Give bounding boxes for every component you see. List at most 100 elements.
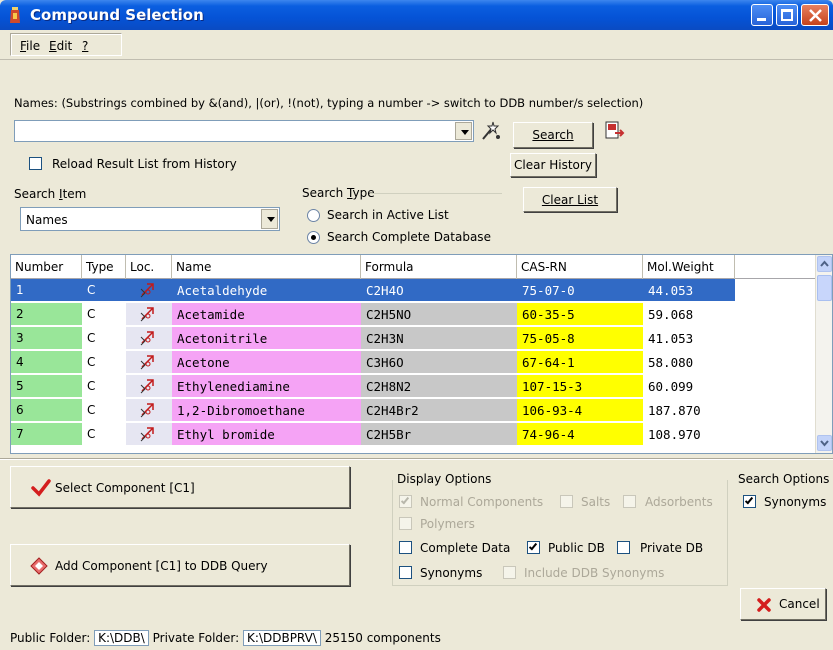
cell-number: 3 — [11, 327, 82, 349]
cell-cas: 74-96-4 — [517, 423, 643, 445]
salts-checkbox[interactable] — [560, 495, 573, 508]
include-ddb-synonyms-checkbox[interactable] — [503, 566, 516, 579]
col-type[interactable]: Type — [82, 255, 126, 279]
cell-loc — [126, 399, 172, 421]
table-scrollbar[interactable] — [815, 255, 832, 453]
cell-type: C — [82, 327, 126, 349]
cell-name: Ethyl bromide — [172, 423, 361, 445]
cell-mw: 44.053 — [648, 283, 694, 298]
col-number[interactable]: Number — [11, 255, 82, 279]
cell-mw: 41.053 — [643, 327, 735, 349]
minimize-icon — [757, 18, 766, 21]
normal-components-checkbox[interactable] — [399, 495, 412, 508]
polymers-checkbox[interactable] — [399, 517, 412, 530]
col-name[interactable]: Name — [172, 255, 361, 279]
table-row[interactable]: 7 C Ethyl bromide C2H5Br 74-96-4 108.970 — [11, 423, 817, 445]
radio-search-complete[interactable] — [307, 231, 320, 244]
location-icon — [140, 307, 154, 322]
add-component-label: Add Component [C1] to DDB Query — [55, 559, 268, 573]
chevron-up-icon — [820, 260, 829, 267]
search-item-dropdown-arrow[interactable] — [261, 209, 278, 229]
radio-search-active[interactable] — [307, 209, 320, 222]
search-complete-label: Search Complete Database — [327, 230, 491, 244]
names-combobox[interactable] — [14, 120, 474, 142]
cell-name: Acetamide — [172, 303, 361, 325]
cell-mw: 60.099 — [643, 375, 735, 397]
normal-components-label: Normal Components — [420, 495, 544, 509]
cell-loc — [126, 351, 172, 373]
reload-checkbox[interactable] — [29, 157, 42, 170]
results-table[interactable]: Number Type Loc. Name Formula CAS-RN Mol… — [10, 254, 833, 454]
cell-loc — [126, 303, 172, 325]
cancel-button[interactable]: Cancel — [740, 588, 826, 620]
select-component-button[interactable]: Select Component [C1] — [10, 466, 350, 508]
cell-formula: C2H4Br2 — [361, 399, 517, 421]
salts-label: Salts — [581, 495, 611, 509]
names-dropdown-arrow[interactable] — [455, 122, 472, 140]
add-component-button[interactable]: Add Component [C1] to DDB Query — [10, 544, 350, 586]
compound-selection-window: Compound Selection File Edit ? Names: (S… — [0, 0, 833, 650]
table-row[interactable]: 3 C Acetonitrile C2H3N 75-05-8 41.053 — [11, 327, 817, 349]
cell-type: C — [82, 399, 126, 421]
clear-history-button[interactable]: Clear History — [510, 153, 596, 177]
complete-data-checkbox[interactable] — [399, 541, 412, 554]
location-icon — [140, 355, 154, 370]
cell-loc — [126, 423, 172, 445]
scroll-up-button[interactable] — [817, 256, 832, 272]
table-row[interactable]: 5 C Ethylenediamine C2H8N2 107-15-3 60.099 — [11, 375, 817, 397]
location-icon — [140, 283, 154, 298]
cell-formula: C2H4O — [366, 283, 404, 298]
bottom-divider — [0, 458, 833, 460]
location-icon — [140, 331, 154, 346]
close-button[interactable] — [801, 4, 829, 26]
menu-edit[interactable]: Edit — [49, 39, 72, 53]
exit-icon[interactable] — [603, 119, 627, 143]
search-item-combobox[interactable]: Names — [20, 207, 280, 231]
cell-cas: 75-05-8 — [517, 327, 643, 349]
title-bar[interactable]: Compound Selection — [0, 0, 833, 30]
search-options-title: Search Options — [738, 472, 830, 486]
cell-number: 4 — [11, 351, 82, 373]
cell-number: 6 — [11, 399, 82, 421]
col-mw[interactable]: Mol.Weight — [643, 255, 735, 279]
public-db-checkbox[interactable] — [527, 541, 540, 554]
table-row[interactable]: 6 C 1,2-Dibromoethane C2H4Br2 106-93-4 187.87… — [11, 399, 817, 421]
cell-type: C — [82, 303, 126, 325]
close-icon — [809, 9, 822, 22]
cell-name: 1,2-Dibromoethane — [172, 399, 361, 421]
menu-bar: File Edit ? — [0, 30, 833, 60]
adsorbents-checkbox[interactable] — [623, 495, 636, 508]
maximize-button[interactable] — [776, 4, 798, 26]
names-input[interactable] — [17, 123, 447, 139]
scroll-down-button[interactable] — [817, 435, 832, 451]
table-row[interactable]: 4 C Acetone C3H6O 67-64-1 58.080 — [11, 351, 817, 373]
col-formula[interactable]: Formula — [361, 255, 517, 279]
chevron-down-icon — [820, 440, 829, 447]
cell-loc — [126, 279, 172, 301]
wizard-icon[interactable] — [479, 119, 503, 143]
cell-mw: 187.870 — [643, 399, 735, 421]
menu-help[interactable]: ? — [82, 39, 88, 53]
cell-number: 1 — [16, 283, 24, 297]
cell-mw: 58.080 — [643, 351, 735, 373]
table-row[interactable]: 1 C Acetaldehyde C2H4O 75-07-0 44.053 — [11, 279, 735, 301]
menu-file[interactable]: File — [20, 39, 40, 53]
cell-loc — [126, 375, 172, 397]
clear-list-button[interactable]: Clear List — [523, 187, 617, 212]
cell-name: Acetaldehyde — [177, 283, 268, 298]
search-button[interactable]: Search — [513, 122, 593, 148]
check-icon — [400, 495, 410, 505]
cell-cas: 75-07-0 — [522, 283, 575, 298]
col-cas[interactable]: CAS-RN — [517, 255, 643, 279]
minimize-button[interactable] — [751, 4, 773, 26]
scroll-thumb[interactable] — [817, 275, 832, 301]
location-icon — [140, 379, 154, 394]
cell-loc — [126, 327, 172, 349]
search-type-line — [370, 193, 502, 194]
col-loc[interactable]: Loc. — [126, 255, 172, 279]
private-folder-path: K:\DDBPRV\ — [243, 630, 321, 646]
private-db-checkbox[interactable] — [617, 541, 630, 554]
synonyms-search-checkbox[interactable] — [743, 495, 756, 508]
table-row[interactable]: 2 C Acetamide C2H5NO 60-35-5 59.068 — [11, 303, 817, 325]
synonyms-display-checkbox[interactable] — [399, 566, 412, 579]
